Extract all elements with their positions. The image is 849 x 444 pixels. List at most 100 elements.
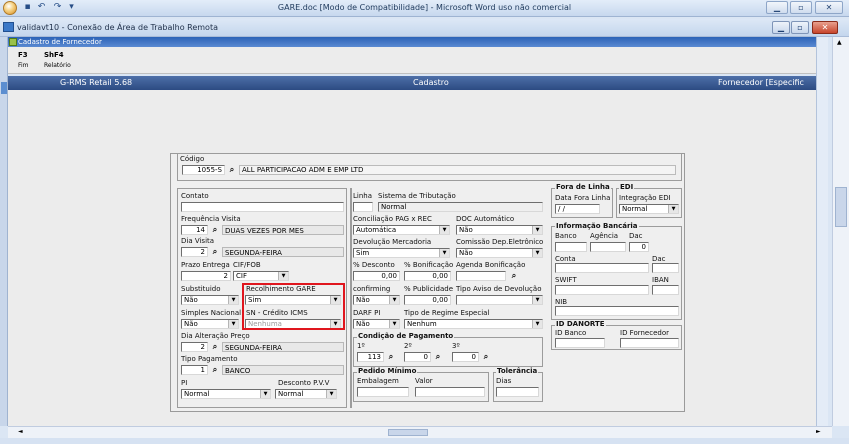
vertical-scroll-thumb[interactable]	[835, 187, 847, 227]
iban-input[interactable]	[652, 285, 679, 295]
dac2-input[interactable]	[652, 263, 679, 273]
integracao-edi-label: Integração EDI	[619, 194, 671, 202]
binoculars-search-icon[interactable]: ⌕	[432, 352, 444, 362]
banco-input[interactable]	[555, 242, 587, 252]
simples-select[interactable]: Não ▼	[181, 319, 239, 329]
binoculars-search-icon[interactable]: ⌕	[480, 352, 492, 362]
toolbar-f3[interactable]: F3 Fim	[18, 51, 29, 69]
scroll-up-icon[interactable]: ▲	[837, 39, 842, 46]
dia-alteracao-label: Dia Alteração Preço	[181, 332, 250, 340]
comissao-select[interactable]: Não ▼	[456, 248, 543, 258]
contato-label: Contato	[181, 192, 209, 200]
word-close-button[interactable]: ✕	[815, 1, 843, 14]
agencia-input[interactable]	[590, 242, 626, 252]
codigo-input[interactable]: 1055-S	[182, 165, 225, 175]
pi-select[interactable]: Normal ▼	[181, 389, 271, 399]
scroll-left-icon[interactable]: ◄	[18, 428, 23, 435]
comissao-value: Não	[459, 249, 473, 257]
dac2-label: Dac	[652, 255, 666, 263]
confirming-label: confirming	[353, 285, 391, 293]
tipo-aviso-select[interactable]: ▼	[456, 295, 543, 305]
binoculars-search-icon[interactable]: ⌕	[209, 247, 221, 257]
frequencia-label: Frequência Visita	[181, 215, 241, 223]
horizontal-scrollbar[interactable]: ◄ ►	[8, 426, 832, 438]
pct-publicidade-input[interactable]: 0,00	[404, 295, 451, 305]
word-minimize-button[interactable]: ▁	[766, 1, 788, 14]
binoculars-search-icon[interactable]: ⌕	[508, 271, 520, 281]
toolbar-key: F3	[18, 51, 28, 59]
nib-input[interactable]	[555, 306, 679, 316]
swift-label: SWIFT	[555, 276, 577, 284]
tipo-regime-label: Tipo de Regime Especial	[404, 309, 490, 317]
dac-input[interactable]: 0	[629, 242, 649, 252]
horizontal-scroll-thumb[interactable]	[388, 429, 428, 436]
cif-select[interactable]: CIF ▼	[233, 271, 289, 281]
substituido-select[interactable]: Não ▼	[181, 295, 239, 305]
edi-label: EDI	[619, 183, 635, 191]
conciliacao-select[interactable]: Automática ▼	[353, 225, 450, 235]
dropdown-arrow-icon: ▼	[532, 320, 542, 328]
data-fora-linha-input[interactable]: / /	[555, 204, 600, 214]
conciliacao-value: Automática	[356, 226, 397, 234]
condicao-2-input[interactable]: 0	[404, 352, 431, 362]
desconto-pvv-select[interactable]: Normal ▼	[275, 389, 337, 399]
word-title: GARE.doc [Modo de Compatibilidade] - Mic…	[277, 3, 572, 12]
conta-input[interactable]	[555, 263, 649, 273]
dia-alteracao-input[interactable]: 2	[181, 342, 208, 352]
doc-automatico-select[interactable]: Não ▼	[456, 225, 543, 235]
remote-minimize-button[interactable]: ▁	[772, 21, 790, 34]
pct-desconto-input[interactable]: 0,00	[353, 271, 400, 281]
id-banco-input[interactable]	[555, 338, 605, 348]
dropdown-arrow-icon: ▼	[532, 296, 542, 304]
dias-input[interactable]	[496, 387, 539, 397]
binoculars-search-icon[interactable]: ⌕	[209, 225, 221, 235]
condicao-label: Condição de Pagamento	[357, 332, 455, 340]
binoculars-search-icon[interactable]: ⌕	[385, 352, 397, 362]
pct-bonificacao-input[interactable]: 0,00	[404, 271, 451, 281]
word-maximize-button[interactable]: ▫	[790, 1, 812, 14]
dac-label: Dac	[629, 232, 643, 240]
header-version: G-RMS Retail 5.68	[60, 78, 133, 87]
frequencia-input[interactable]: 14	[181, 225, 208, 235]
prazo-input[interactable]: 2	[181, 271, 231, 281]
pi-value: Normal	[184, 390, 210, 398]
toolbar-shf4[interactable]: ShF4 Relatório	[44, 51, 71, 69]
tipo-regime-select[interactable]: Nenhum ▼	[404, 319, 543, 329]
binoculars-search-icon[interactable]: ⌕	[226, 165, 238, 175]
dropdown-arrow-icon: ▼	[532, 249, 542, 257]
condicao-3-input[interactable]: 0	[452, 352, 479, 362]
highlight-box	[242, 283, 345, 330]
conciliacao-label: Conciliação PAG x REC	[353, 215, 432, 223]
contato-input[interactable]	[181, 202, 344, 212]
devolucao-value: Sim	[356, 249, 370, 257]
agencia-label: Agência	[590, 232, 619, 240]
scroll-right-icon[interactable]: ►	[816, 428, 821, 435]
tipo-pagamento-input[interactable]: 1	[181, 365, 208, 375]
vertical-scrollbar[interactable]: ▲	[832, 37, 849, 426]
valor-input[interactable]	[415, 387, 485, 397]
devolucao-select[interactable]: Sim ▼	[353, 248, 450, 258]
dropdown-arrow-icon: ▼	[439, 226, 449, 234]
darf-pi-select[interactable]: Não ▼	[353, 319, 400, 329]
integracao-edi-select[interactable]: Normal ▼	[619, 204, 679, 214]
embalagem-label: Embalagem	[357, 377, 399, 385]
linha-input[interactable]	[353, 202, 373, 212]
codigo-label: Código	[180, 155, 205, 163]
sistema-tributacao-label: Sistema de Tributação	[378, 192, 456, 200]
swift-input[interactable]	[555, 285, 649, 295]
binoculars-search-icon[interactable]: ⌕	[209, 365, 221, 375]
agenda-input[interactable]	[456, 271, 506, 281]
dia-visita-input[interactable]: 2	[181, 247, 208, 257]
id-fornecedor-input[interactable]	[620, 338, 679, 348]
condicao-1-input[interactable]: 113	[357, 352, 384, 362]
pct-publicidade-label: % Publicidade	[404, 285, 454, 293]
remote-restore-button[interactable]: ▫	[791, 21, 809, 34]
binoculars-search-icon[interactable]: ⌕	[209, 342, 221, 352]
devolucao-label: Devolução Mercadoria	[353, 238, 432, 246]
cif-value: CIF	[236, 272, 247, 280]
confirming-select[interactable]: Não ▼	[353, 295, 400, 305]
embalagem-input[interactable]	[357, 387, 409, 397]
remote-close-button[interactable]: ✕	[812, 21, 838, 34]
doc-automatico-value: Não	[459, 226, 473, 234]
confirming-value: Não	[356, 296, 370, 304]
